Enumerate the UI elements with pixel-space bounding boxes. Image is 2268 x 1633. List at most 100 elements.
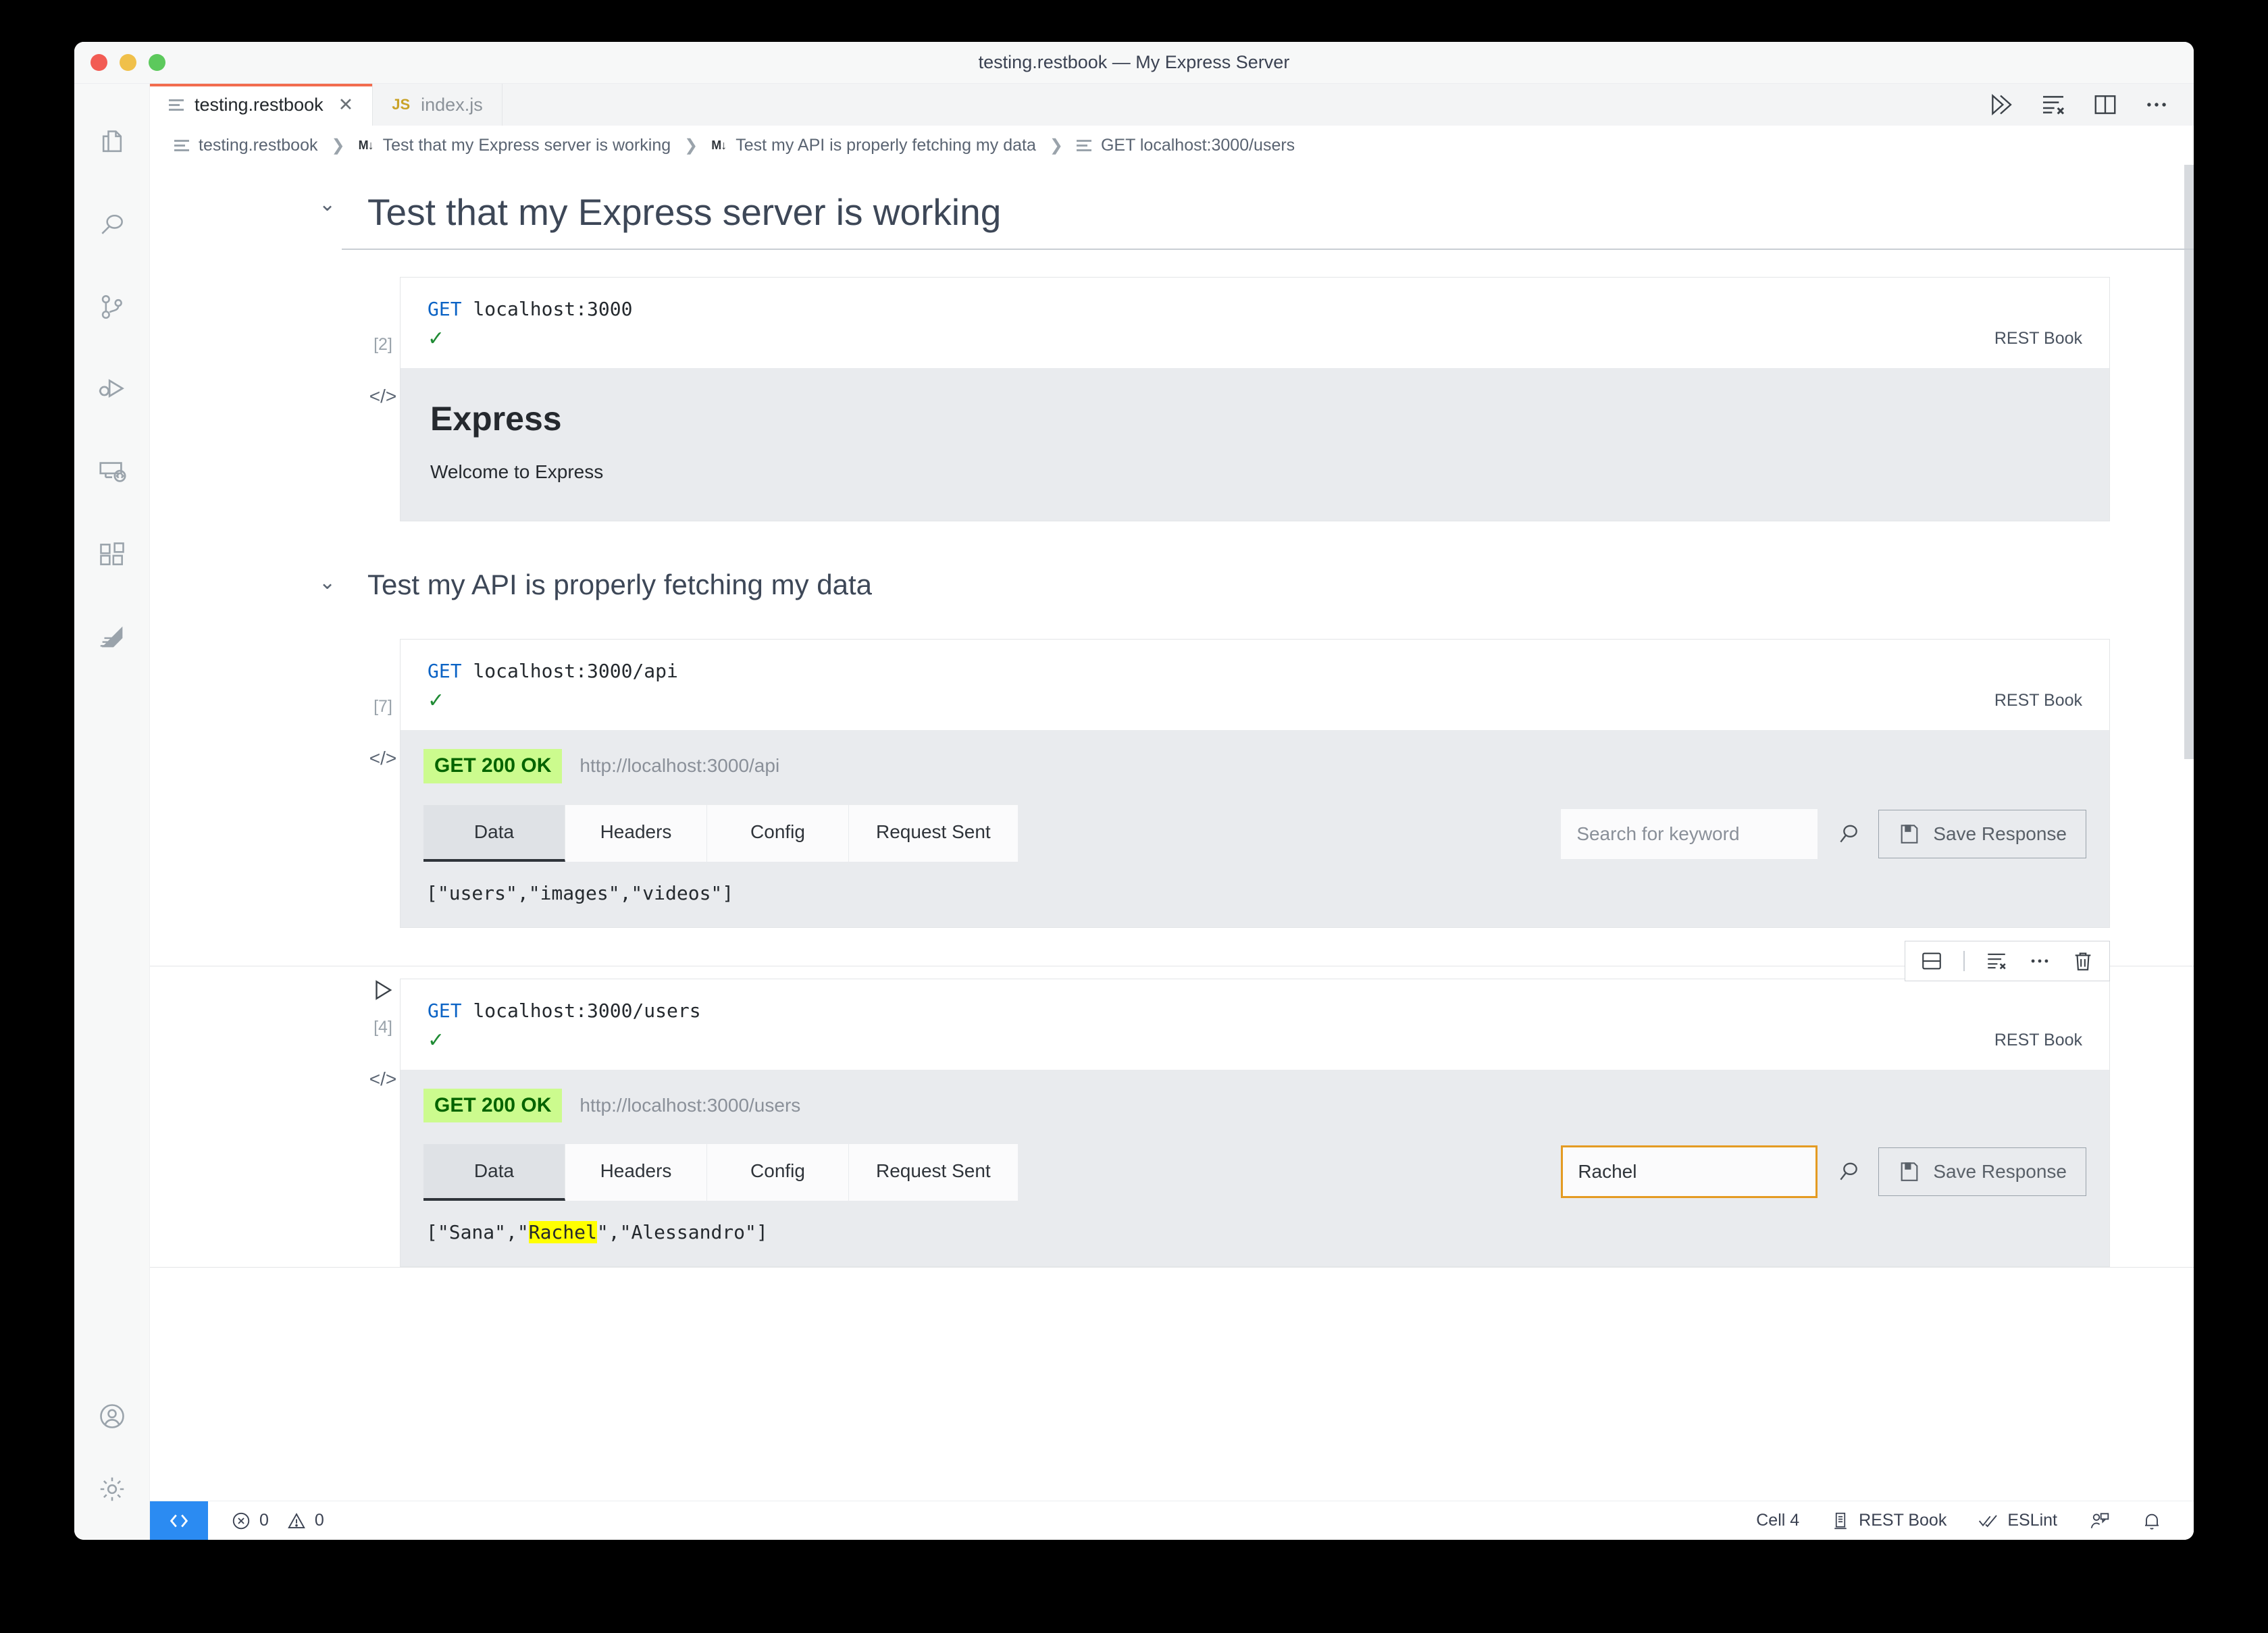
tab-bar-spacer <box>502 84 1987 126</box>
sidebar-item-rest-book[interactable] <box>74 596 150 678</box>
status-kernel[interactable]: REST Book <box>1817 1511 1960 1531</box>
sidebar-item-explorer[interactable] <box>74 101 150 184</box>
save-response-label: Save Response <box>1933 1161 2067 1182</box>
tab-data[interactable]: Data <box>423 1144 565 1201</box>
chevron-right-icon: ❯ <box>684 136 698 155</box>
live-share-icon <box>2088 1510 2110 1532</box>
chevron-down-icon[interactable]: ⌄ <box>319 573 336 593</box>
tab-config[interactable]: Config <box>707 1144 849 1201</box>
js-icon: JS <box>392 96 411 113</box>
http-method: GET <box>428 660 462 682</box>
response-tabs: Data Headers Config Request Sent <box>423 1144 1019 1201</box>
run-all-icon[interactable] <box>1987 91 2014 118</box>
sidebar-item-run-and-debug[interactable] <box>74 348 150 431</box>
trash-icon[interactable] <box>2071 950 2094 973</box>
notebook-cell-3[interactable]: [4] </> GET localhost:3000/users ✓ REST … <box>150 940 2194 1268</box>
save-response-button[interactable]: Save Response <box>1878 809 2086 858</box>
search-icon[interactable] <box>1835 1158 1862 1185</box>
markdown-cell-heading-1[interactable]: ⌄ Test that my Express server is working <box>150 165 2194 250</box>
save-icon <box>1898 1160 1921 1183</box>
rest-response-renderer: GET 200 OK http://localhost:3000/api Dat… <box>401 730 2109 927</box>
cell-gutter: [7] </> <box>346 639 420 769</box>
response-data-suffix: ","Alessandro"] <box>596 1221 768 1243</box>
tab-headers[interactable]: Headers <box>565 804 707 862</box>
code-toggle-icon[interactable]: </> <box>369 748 396 769</box>
execution-count: [2] <box>373 335 392 354</box>
sidebar-item-source-control[interactable] <box>74 266 150 348</box>
tab-request-sent[interactable]: Request Sent <box>849 1144 1019 1201</box>
run-cell-button[interactable] <box>370 977 396 1003</box>
status-problems[interactable]: 0 0 <box>217 1511 338 1531</box>
sidebar-item-manage[interactable] <box>74 1457 150 1540</box>
sidebar-item-search[interactable] <box>74 184 150 266</box>
status-notifications[interactable] <box>2128 1510 2176 1532</box>
status-eslint[interactable]: ESLint <box>1964 1510 2071 1532</box>
sidebar-item-accounts[interactable] <box>74 1375 150 1457</box>
cell-source[interactable]: GET localhost:3000/users <box>401 979 2109 1022</box>
notebook-icon <box>174 139 189 151</box>
breadcrumb-item-cell[interactable]: GET localhost:3000/users <box>1101 136 1295 155</box>
warning-count: 0 <box>314 1511 324 1530</box>
execution-count: [7] <box>373 697 392 716</box>
kernel-label: REST Book <box>1859 1511 1947 1530</box>
search-input[interactable] <box>1561 1145 1818 1198</box>
breadcrumb-item-section-1[interactable]: Test that my Express server is working <box>383 136 671 155</box>
tab-data[interactable]: Data <box>423 804 565 862</box>
notebook-cell-1[interactable]: [2] </> GET localhost:3000 ✓ REST Book E… <box>150 277 2194 521</box>
tab-request-sent[interactable]: Request Sent <box>849 804 1019 862</box>
markdown-icon: M↓ <box>358 138 374 152</box>
markdown-cell-heading-2[interactable]: ⌄ Test my API is properly fetching my da… <box>150 521 2194 601</box>
cell-kernel-label: REST Book <box>1994 691 2082 710</box>
cell-source[interactable]: GET localhost:3000/api <box>401 640 2109 682</box>
chevron-right-icon: ❯ <box>331 136 345 155</box>
status-live-share[interactable] <box>2075 1510 2123 1532</box>
split-cell-icon[interactable] <box>1920 950 1943 973</box>
tab-config[interactable]: Config <box>707 804 849 862</box>
tab-headers[interactable]: Headers <box>565 1144 707 1201</box>
cell-source[interactable]: GET localhost:3000 <box>401 278 2109 320</box>
cell-gutter: [4] </> <box>346 966 420 1090</box>
ellipsis-icon[interactable] <box>2144 92 2169 118</box>
status-badge: GET 200 OK <box>423 749 563 783</box>
error-count: 0 <box>259 1511 269 1530</box>
chevron-down-icon[interactable]: ⌄ <box>319 195 336 215</box>
save-response-button[interactable]: Save Response <box>1878 1147 2086 1196</box>
tab-testing-restbook[interactable]: testing.restbook ✕ <box>150 84 373 126</box>
clear-outputs-icon[interactable] <box>2040 91 2067 118</box>
cell-output: Express Welcome to Express <box>401 368 2109 521</box>
html-output-body: Welcome to Express <box>430 461 604 482</box>
remote-indicator[interactable] <box>150 1501 208 1540</box>
clear-outputs-icon[interactable] <box>1985 950 2008 973</box>
breadcrumb-item-file[interactable]: testing.restbook <box>199 136 318 155</box>
split-editor-icon[interactable] <box>2092 92 2118 118</box>
tab-label: testing.restbook <box>195 94 324 115</box>
warning-icon <box>286 1511 307 1531</box>
search-match-highlight: Rachel <box>528 1221 597 1243</box>
sidebar-item-remote-explorer[interactable] <box>74 431 150 513</box>
cell-kernel-label: REST Book <box>1994 329 2082 348</box>
error-icon <box>231 1511 251 1531</box>
status-cell-indicator[interactable]: Cell 4 <box>1743 1511 1813 1530</box>
notebook-icon <box>1076 139 1091 151</box>
ellipsis-icon[interactable] <box>2028 950 2051 973</box>
sidebar-item-extensions[interactable] <box>74 513 150 596</box>
breadcrumb-item-section-2[interactable]: Test my API is properly fetching my data <box>736 136 1036 155</box>
account-icon <box>97 1401 127 1431</box>
section-title: Test my API is properly fetching my data <box>367 569 872 600</box>
run-debug-icon <box>97 374 128 405</box>
search-icon[interactable] <box>1835 821 1862 848</box>
notebook-cell-2[interactable]: [7] </> GET localhost:3000/api ✓ REST Bo… <box>150 639 2194 928</box>
close-icon[interactable]: ✕ <box>338 95 354 115</box>
tab-label: index.js <box>421 94 483 115</box>
response-data: ["Sana","Rachel","Alessandro"] <box>423 1221 2086 1243</box>
cell-indicator-label: Cell 4 <box>1756 1511 1800 1530</box>
vscode-window: testing.restbook — My Express Server tes… <box>74 42 2194 1540</box>
search-input[interactable] <box>1561 808 1818 859</box>
toolbar-divider <box>1963 950 1965 971</box>
remote-icon <box>167 1509 190 1532</box>
code-toggle-icon[interactable]: </> <box>369 386 396 407</box>
response-header: GET 200 OK http://localhost:3000/users <box>423 1088 2086 1122</box>
code-toggle-icon[interactable]: </> <box>369 1068 396 1090</box>
success-check-icon: ✓ <box>428 327 445 351</box>
tab-index-js[interactable]: JS index.js <box>373 84 502 126</box>
